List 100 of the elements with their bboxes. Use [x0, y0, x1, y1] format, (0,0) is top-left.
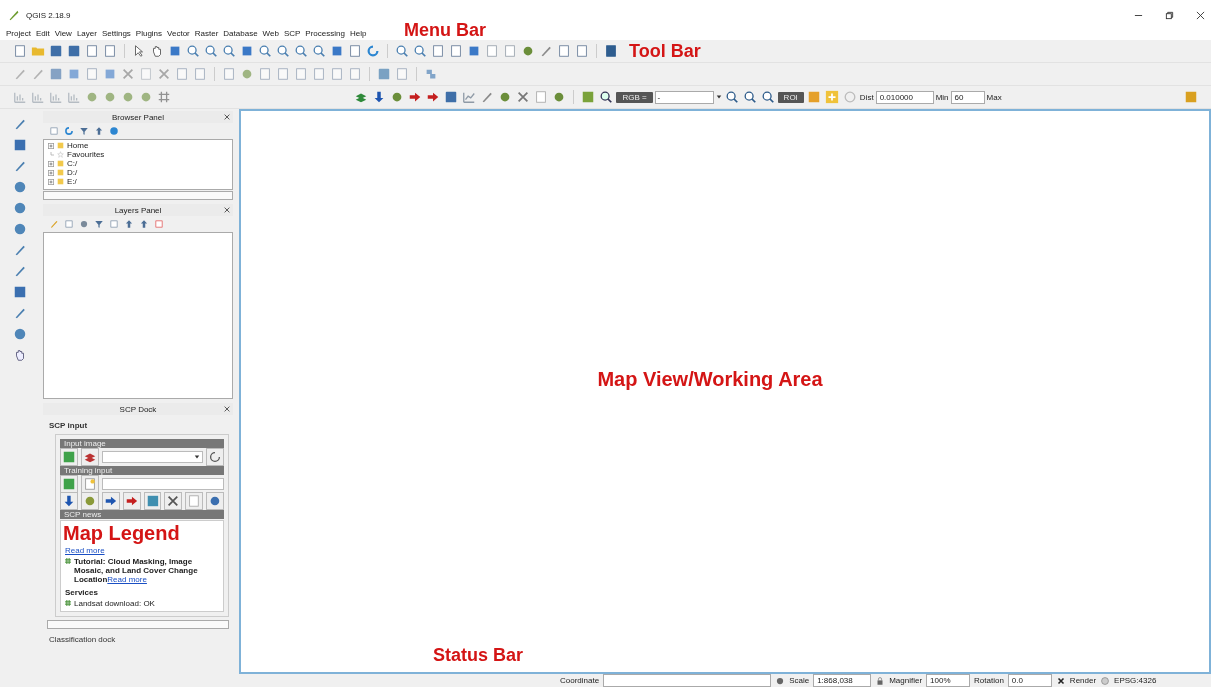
- refresh-icon[interactable]: [366, 44, 380, 58]
- read-more-link[interactable]: Read more: [107, 575, 147, 584]
- page-icon[interactable]: [294, 67, 308, 81]
- plus-icon[interactable]: [824, 90, 839, 104]
- hand-icon[interactable]: [13, 348, 27, 362]
- magnifier-field[interactable]: 100%: [926, 674, 971, 687]
- page-icon[interactable]: [154, 219, 164, 229]
- rotation-field[interactable]: 0.0: [1007, 674, 1052, 687]
- page-icon[interactable]: [193, 67, 207, 81]
- layers-icon[interactable]: [81, 448, 99, 466]
- expand-icon[interactable]: [48, 142, 54, 149]
- pencil-icon[interactable]: [13, 243, 27, 257]
- page-icon[interactable]: [276, 67, 290, 81]
- page-icon[interactable]: [348, 44, 362, 58]
- pencil-icon[interactable]: [13, 159, 27, 173]
- coordinate-field[interactable]: [603, 674, 772, 687]
- chart-icon[interactable]: [31, 90, 45, 104]
- crs-label[interactable]: EPSG:4326: [1114, 676, 1157, 685]
- page-icon[interactable]: [13, 44, 27, 58]
- lock-icon[interactable]: [875, 675, 886, 686]
- chart-icon[interactable]: [462, 90, 477, 104]
- close-icon[interactable]: [223, 113, 231, 121]
- chart-icon[interactable]: [49, 90, 63, 104]
- rgb-dropdown[interactable]: -: [654, 90, 714, 104]
- dock-tab[interactable]: Classification dock: [47, 633, 118, 646]
- read-more-link[interactable]: Read more: [65, 546, 105, 555]
- menu-item[interactable]: SCP: [283, 28, 301, 38]
- page-icon[interactable]: [64, 219, 74, 229]
- page-icon[interactable]: [49, 126, 59, 136]
- refresh-icon[interactable]: [206, 448, 224, 466]
- square-icon[interactable]: [1184, 90, 1198, 104]
- pencil-icon[interactable]: [13, 67, 27, 81]
- menu-item[interactable]: Database: [223, 28, 258, 38]
- refresh-icon[interactable]: [64, 126, 74, 136]
- chart-icon[interactable]: [13, 90, 27, 104]
- expand-icon[interactable]: [48, 178, 54, 185]
- arrowright-icon[interactable]: [101, 492, 120, 510]
- page-icon[interactable]: [258, 67, 272, 81]
- zoom-icon[interactable]: [760, 90, 775, 104]
- dist-field[interactable]: 0.010000: [875, 90, 934, 104]
- scale-dropdown[interactable]: 1:868,038: [813, 674, 872, 687]
- square-icon[interactable]: [806, 90, 821, 104]
- arrowright-icon[interactable]: [122, 492, 141, 510]
- expand-icon[interactable]: [48, 169, 54, 176]
- tree-item[interactable]: D:/: [67, 168, 78, 177]
- zoom-icon[interactable]: [599, 90, 614, 104]
- close-icon[interactable]: [223, 206, 231, 214]
- page-icon[interactable]: [222, 67, 236, 81]
- render-checkbox[interactable]: [1055, 675, 1066, 686]
- page-icon[interactable]: [312, 67, 326, 81]
- close-icon[interactable]: [223, 405, 231, 413]
- funnel-icon[interactable]: [79, 126, 89, 136]
- arrowright-icon[interactable]: [408, 90, 423, 104]
- menu-item[interactable]: Edit: [35, 28, 50, 38]
- training-field[interactable]: [102, 478, 224, 490]
- pencil-icon[interactable]: [13, 264, 27, 278]
- menu-item[interactable]: Help: [349, 28, 367, 38]
- zoom-icon[interactable]: [742, 90, 757, 104]
- map-canvas[interactable]: Map View/Working Area Status Bar: [239, 109, 1211, 674]
- pencil-icon[interactable]: [13, 306, 27, 320]
- menu-item[interactable]: Settings: [101, 28, 131, 38]
- arrowdown-icon[interactable]: [94, 126, 104, 136]
- circle-icon[interactable]: [842, 90, 857, 104]
- page-icon[interactable]: [330, 67, 344, 81]
- pencil-icon[interactable]: [13, 117, 27, 131]
- page-icon[interactable]: [109, 219, 119, 229]
- rgb-toggle[interactable]: RGB =: [616, 91, 653, 103]
- scissors-icon[interactable]: [516, 90, 531, 104]
- page-icon[interactable]: [431, 44, 445, 58]
- tree-item[interactable]: E:/: [67, 177, 77, 186]
- roi-toggle[interactable]: ROI: [777, 91, 804, 103]
- chart-icon[interactable]: [67, 90, 81, 104]
- arrowright-icon[interactable]: [426, 90, 441, 104]
- menu-item[interactable]: Layer: [76, 28, 97, 38]
- caret-icon[interactable]: [715, 94, 722, 100]
- menu-item[interactable]: Web: [262, 28, 279, 38]
- pointer-icon[interactable]: [132, 44, 146, 58]
- menu-item[interactable]: View: [54, 28, 72, 38]
- page-icon[interactable]: [85, 44, 99, 58]
- menu-item[interactable]: Processing: [305, 28, 345, 38]
- funnel-icon[interactable]: [94, 219, 104, 229]
- restore-icon[interactable]: [1165, 10, 1174, 20]
- scrollbar[interactable]: [43, 191, 233, 200]
- dock-tab[interactable]: SCP input: [47, 419, 90, 432]
- tree-item[interactable]: Home: [67, 141, 89, 150]
- scissors-icon[interactable]: [164, 492, 183, 510]
- close-icon[interactable]: [1196, 10, 1205, 20]
- menu-item[interactable]: Plugins: [135, 28, 163, 38]
- page-icon[interactable]: [575, 44, 589, 58]
- expand-icon[interactable]: [48, 160, 54, 167]
- page-icon[interactable]: [395, 67, 409, 81]
- arrowdown-icon[interactable]: [60, 492, 78, 510]
- page-icon[interactable]: [103, 44, 117, 58]
- pencil-icon[interactable]: [31, 67, 45, 81]
- zoom-icon[interactable]: [724, 90, 739, 104]
- page-icon[interactable]: [557, 44, 571, 58]
- page-icon[interactable]: [348, 67, 362, 81]
- tree-item[interactable]: Favourites: [67, 150, 105, 159]
- menu-item[interactable]: Project: [6, 28, 31, 38]
- menu-item[interactable]: Raster: [194, 28, 219, 38]
